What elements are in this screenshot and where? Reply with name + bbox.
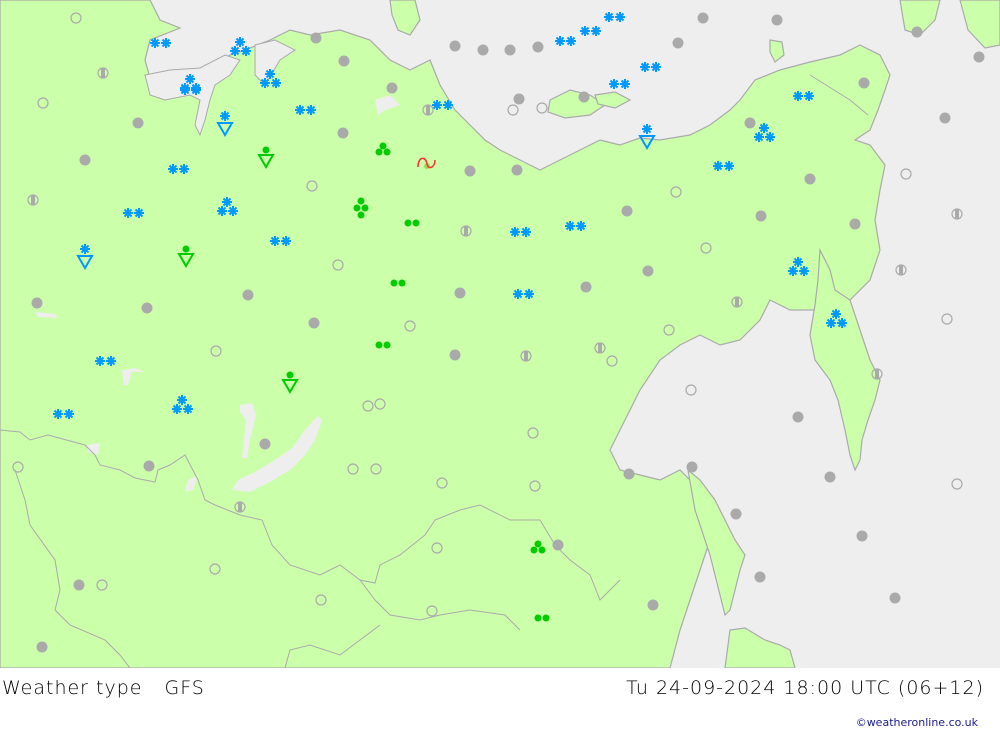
overcast-icon [686,461,698,473]
overcast-icon [911,26,923,38]
overcast-icon [338,55,350,67]
overcast-icon [449,40,461,52]
overcast-icon [511,164,523,176]
overcast-icon [464,165,476,177]
weather-map [0,0,1000,668]
overcast-icon [642,265,654,277]
overcast-icon [804,173,816,185]
overcast-icon [856,530,868,542]
overcast-icon [973,51,985,63]
overcast-icon [647,599,659,611]
overcast-icon [580,281,592,293]
overcast-icon [754,571,766,583]
overcast-icon [849,218,861,230]
overcast-icon [621,205,633,217]
overcast-icon [132,117,144,129]
overcast-icon [449,349,461,361]
overcast-icon [386,82,398,94]
credit-link[interactable]: ©weatheronline.co.uk [856,716,978,729]
overcast-icon [310,32,322,44]
overcast-icon [532,41,544,53]
overcast-icon [337,127,349,139]
overcast-icon [730,508,742,520]
overcast-icon [31,297,43,309]
overcast-icon [477,44,489,56]
overcast-icon [141,302,153,314]
valid-time: Tu 24-09-2024 18:00 UTC (06+12) [626,677,984,699]
overcast-icon [672,37,684,49]
overcast-icon [858,77,870,89]
overcast-icon [623,468,635,480]
overcast-icon [755,210,767,222]
overcast-icon [36,641,48,653]
overcast-icon [259,438,271,450]
overcast-icon [73,579,85,591]
overcast-icon [744,117,756,129]
overcast-icon [771,14,783,26]
overcast-icon [454,287,466,299]
model-name: GFS [164,677,205,699]
overcast-icon [513,93,525,105]
map-canvas [0,0,1000,668]
overcast-icon [308,317,320,329]
overcast-icon [504,44,516,56]
overcast-icon [889,592,901,604]
overcast-icon [824,471,836,483]
overcast-icon [939,112,951,124]
overcast-icon [792,411,804,423]
overcast-icon [552,539,564,551]
overcast-icon [578,91,590,103]
overcast-icon [697,12,709,24]
overcast-icon [242,289,254,301]
overcast-icon [143,460,155,472]
map-title-row: Weather type GFS [2,677,205,699]
overcast-icon [79,154,91,166]
map-title: Weather type [2,677,143,699]
